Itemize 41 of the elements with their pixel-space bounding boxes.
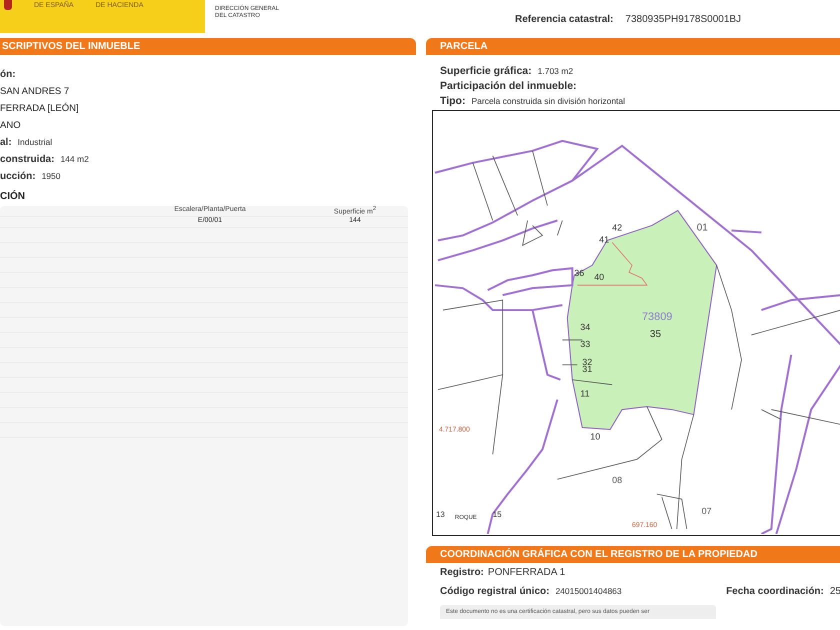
map-label: 41 [599, 234, 610, 244]
field-label: Fecha coordinación: [726, 586, 824, 597]
section-title: CIÓN [0, 191, 26, 202]
map-label: 08 [612, 475, 622, 486]
section-header: COORDINACIÓN GRÁFICA CON EL REGISTRO DE LA PROPIEDAD [426, 546, 840, 563]
field-value: 1950 [42, 171, 60, 181]
map-label: 73809 [642, 311, 672, 323]
field-value: PONFERRADA 1 [488, 567, 566, 578]
reference-label: Referencia catastral: [515, 14, 614, 25]
map-label: 40 [594, 272, 604, 282]
field-label: construida: [0, 154, 54, 165]
field-label: Participación del inmueble: [440, 80, 577, 92]
map-label: 10 [590, 431, 600, 442]
field-label: Código registral único: [440, 586, 550, 597]
map-label: 35 [650, 328, 661, 340]
field-label: ucción: [0, 171, 36, 182]
map-label: 01 [696, 222, 708, 234]
field-label: Superficie gráfica: [440, 65, 532, 77]
map-label: 34 [580, 322, 590, 332]
address-line: SAN ANDRES 7 [0, 86, 70, 97]
crest-icon [4, 0, 12, 10]
map-label: 13 [436, 510, 445, 520]
field-label: al: [0, 137, 12, 148]
field-value: Parcela construida sin división horizontal [471, 96, 626, 106]
field-label: ón: [0, 69, 16, 80]
address-line: FERRADA [LEÓN] [0, 103, 79, 114]
section-header: PARCELA [426, 38, 840, 55]
section-header: SCRIPTIVOS DEL INMUEBLE [0, 38, 416, 55]
field-label: Registro: [440, 567, 484, 578]
field-value: 144 m2 [60, 154, 89, 164]
reference-value: 7380935PH9178S0001BJ [625, 14, 742, 25]
map-label: 42 [612, 222, 622, 232]
field-label: Tipo: [440, 95, 466, 107]
map-label: 33 [580, 338, 590, 349]
field-value: 1.703 m2 [538, 66, 574, 76]
field-value: Industrial [18, 137, 52, 147]
map-label: 15 [492, 510, 502, 520]
map-label: 07 [702, 506, 712, 516]
address-line: ANO [0, 120, 21, 131]
map-label: 11 [580, 388, 590, 399]
field-value: 24015001404863 [555, 586, 622, 596]
